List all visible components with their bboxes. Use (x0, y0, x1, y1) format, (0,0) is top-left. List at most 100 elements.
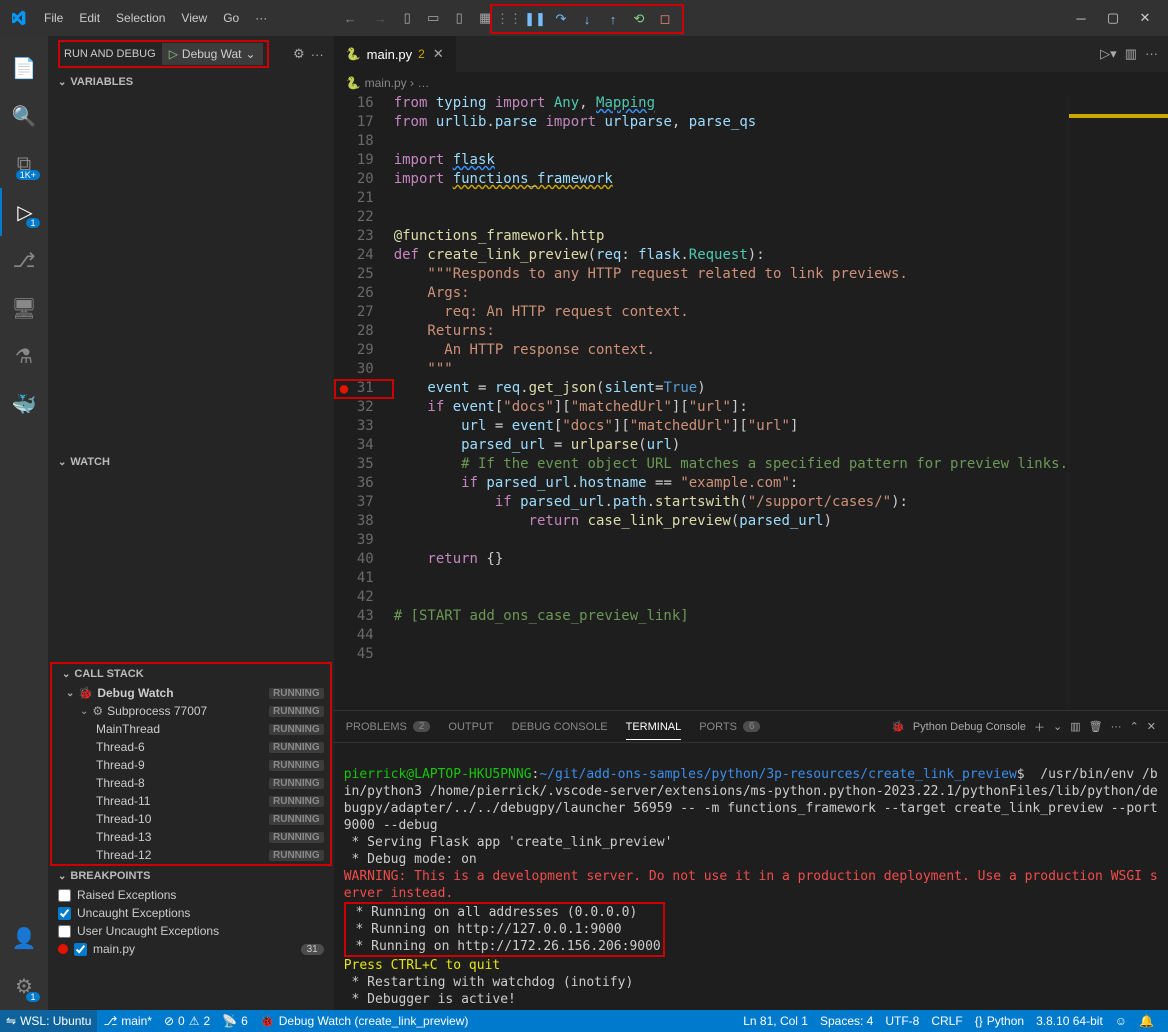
callstack-thread[interactable]: Thread-12RUNNING (52, 846, 330, 864)
callstack-thread[interactable]: Thread-11RUNNING (52, 792, 330, 810)
split-terminal-icon[interactable]: ▥ (1070, 720, 1080, 733)
ports-status[interactable]: 📡6 (216, 1014, 254, 1028)
cursor-position[interactable]: Ln 81, Col 1 (737, 1014, 814, 1028)
layout-panel-icon[interactable]: ▭ (421, 6, 445, 30)
minimap[interactable] (1068, 94, 1168, 710)
breadcrumb[interactable]: 🐍 main.py › … (334, 72, 1168, 94)
activity-settings[interactable]: ⚙1 (0, 962, 48, 1010)
terminal-path: ~/git/add-ons-samples/python/3p-resource… (539, 767, 1016, 782)
new-terminal-icon[interactable]: ＋ (1034, 719, 1045, 735)
callstack-section-header[interactable]: ⌄CALL STACK (52, 664, 330, 684)
feedback-icon[interactable]: ☺ (1109, 1014, 1133, 1028)
line-gutter[interactable]: 161718192021222324252627282930●313233343… (334, 94, 394, 710)
python-interpreter[interactable]: 3.8.10 64-bit (1030, 1014, 1109, 1028)
chevron-down-icon[interactable]: ⌄ (1053, 720, 1062, 733)
debug-status[interactable]: 🐞Debug Watch (create_link_preview) (254, 1014, 475, 1028)
menu-view[interactable]: View (173, 7, 215, 29)
window-maximize-icon[interactable]: ▢ (1098, 3, 1128, 33)
close-icon[interactable]: ✕ (433, 46, 444, 62)
debug-config-dropdown[interactable]: ▷ Debug Wat ⌄ (162, 43, 263, 65)
breakpoint-checkbox[interactable] (74, 943, 87, 956)
callstack-thread[interactable]: Thread-10RUNNING (52, 810, 330, 828)
menu-selection[interactable]: Selection (108, 7, 173, 29)
stop-icon[interactable]: ◻ (652, 6, 678, 32)
activity-run-debug[interactable]: ▷1 (0, 188, 48, 236)
gear-icon[interactable]: ⚙ (293, 46, 305, 62)
callstack-thread[interactable]: Thread-6RUNNING (52, 738, 330, 756)
step-out-icon[interactable]: ↑ (600, 6, 626, 32)
encoding-status[interactable]: UTF-8 (879, 1014, 925, 1028)
run-play-icon[interactable]: ▷▾ (1100, 46, 1117, 62)
problems-status[interactable]: ⊘0⚠2 (158, 1014, 216, 1028)
step-over-icon[interactable]: ↷ (548, 6, 574, 32)
variables-section (48, 92, 334, 452)
layout-sidebar-left-icon[interactable]: ▯ (395, 6, 419, 30)
breakpoint-checkbox[interactable] (58, 925, 71, 938)
activity-testing[interactable]: ⚗ (0, 332, 48, 380)
terminal-warning: WARNING: This is a development server. D… (344, 869, 1158, 901)
breakpoint-file-row[interactable]: main.py 31 (48, 940, 334, 958)
breakpoint-category[interactable]: Uncaught Exceptions (48, 904, 334, 922)
panel-tab-terminal[interactable]: TERMINAL (626, 721, 682, 740)
terminal-body[interactable]: pierrick@LAPTOP-HKU5PNNG:~/git/add-ons-s… (334, 743, 1168, 1010)
breakpoint-category[interactable]: User Uncaught Exceptions (48, 922, 334, 940)
more-actions-icon[interactable]: ··· (1111, 721, 1122, 733)
menu-go[interactable]: Go (215, 7, 247, 29)
panel-tab-debug-console[interactable]: DEBUG CONSOLE (512, 721, 608, 733)
variables-section-header[interactable]: ⌄VARIABLES (48, 72, 334, 92)
terminal-profile-label[interactable]: Python Debug Console (913, 721, 1026, 733)
callstack-thread[interactable]: Thread-9RUNNING (52, 756, 330, 774)
breakpoint-checkbox[interactable] (58, 889, 71, 902)
menu-edit[interactable]: Edit (71, 7, 108, 29)
callstack-subprocess[interactable]: ⌄⚙ Subprocess 77007 RUNNING (52, 702, 330, 720)
drag-handle-icon[interactable]: ⋮⋮ (496, 6, 522, 32)
activity-search[interactable]: 🔍 (0, 92, 48, 140)
more-actions-icon[interactable]: ··· (1145, 46, 1158, 62)
layout-sidebar-right-icon[interactable]: ▯ (447, 6, 471, 30)
breakpoints-section-header[interactable]: ⌄BREAKPOINTS (48, 866, 334, 886)
kill-terminal-icon[interactable]: 🗑 (1089, 720, 1103, 733)
menu-file[interactable]: File (36, 7, 71, 29)
activity-extensions[interactable]: ⧉1K+ (0, 140, 48, 188)
activity-docker[interactable]: 🐳 (0, 380, 48, 428)
callstack-thread[interactable]: Thread-13RUNNING (52, 828, 330, 846)
code-content[interactable]: from typing import Any, Mappingfrom urll… (394, 94, 1068, 710)
nav-forward-icon[interactable]: → (366, 4, 394, 32)
panel-tab-problems[interactable]: PROBLEMS2 (346, 721, 431, 733)
maximize-panel-icon[interactable]: ⌃ (1130, 720, 1139, 733)
remote-indicator[interactable]: ⇋WSL: Ubuntu (0, 1010, 97, 1032)
callstack-thread[interactable]: MainThreadRUNNING (52, 720, 330, 738)
notifications-icon[interactable]: 🔔 (1133, 1014, 1160, 1028)
callstack-root[interactable]: ⌄🐞 Debug Watch RUNNING (52, 684, 330, 702)
editor-tab-main[interactable]: 🐍 main.py 2 ✕ (334, 36, 457, 72)
window-minimize-icon[interactable]: ─ (1066, 3, 1096, 33)
nav-back-icon[interactable]: ← (336, 4, 364, 32)
breakpoint-checkbox[interactable] (58, 907, 71, 920)
breakpoint-category[interactable]: Raised Exceptions (48, 886, 334, 904)
more-actions-icon[interactable]: ··· (311, 47, 324, 62)
git-branch[interactable]: ⎇main* (97, 1014, 158, 1028)
window-close-icon[interactable]: ✕ (1130, 3, 1160, 33)
step-into-icon[interactable]: ↓ (574, 6, 600, 32)
restart-icon[interactable]: ⟲ (626, 6, 652, 32)
activity-remote-explorer[interactable]: 🖥 (0, 284, 48, 332)
callstack-thread[interactable]: Thread-8RUNNING (52, 774, 330, 792)
indentation-status[interactable]: Spaces: 4 (814, 1014, 879, 1028)
activity-accounts[interactable]: 👤 (0, 914, 48, 962)
close-panel-icon[interactable]: ✕ (1147, 720, 1156, 733)
panel-tab-ports[interactable]: PORTS6 (699, 721, 760, 733)
pause-icon[interactable]: ❚❚ (522, 6, 548, 32)
menu-···[interactable]: ··· (247, 7, 275, 29)
activity-source-control[interactable]: ⎇ (0, 236, 48, 284)
code-editor[interactable]: 161718192021222324252627282930●313233343… (334, 94, 1068, 710)
testing-icon: ⚗ (15, 344, 33, 369)
watch-section-header[interactable]: ⌄WATCH (48, 452, 334, 472)
debug-toolbar[interactable]: ⋮⋮ ❚❚ ↷ ↓ ↑ ⟲ ◻ (490, 4, 684, 34)
start-debug-icon[interactable]: ▷ (169, 47, 178, 61)
language-mode[interactable]: {}Python (969, 1014, 1030, 1028)
panel-tab-output[interactable]: OUTPUT (448, 721, 493, 733)
activity-explorer[interactable]: 📄 (0, 44, 48, 92)
split-editor-icon[interactable]: ▥ (1125, 46, 1137, 62)
python-file-icon: 🐍 (346, 47, 361, 61)
eol-status[interactable]: CRLF (925, 1014, 968, 1028)
